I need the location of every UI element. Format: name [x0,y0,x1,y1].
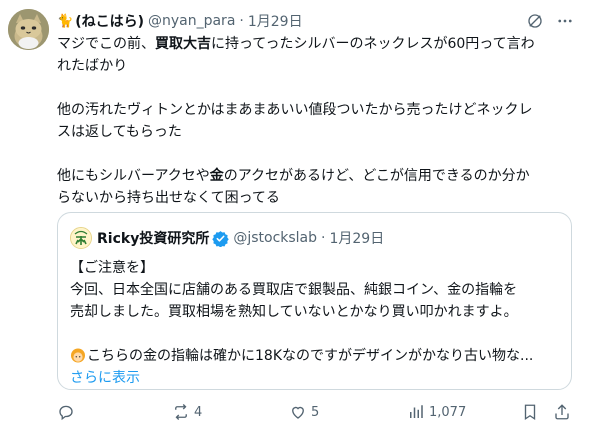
more-options-icon[interactable] [556,12,574,30]
quote-time[interactable]: 1月29日 [329,228,384,248]
grok-icon[interactable] [526,12,544,30]
share-button[interactable] [553,403,571,421]
bold-text: 買取大吉 [155,36,211,52]
bold-text: 金 [209,168,224,184]
text-segment: こちらの金の指輪は確かに18Kなのですがデザインがかなり古い物な... [87,348,534,364]
quote-avatar[interactable] [70,227,92,249]
repost-count: 4 [194,404,203,420]
tweet-line: れたばかり [57,58,128,74]
bookmark-button[interactable] [521,403,539,421]
quote-body: 【ご注意を】 今回、日本全国に店舗のある買取店で銀製品、純銀コイン、金の指輪を … [70,257,565,389]
verified-badge-icon [212,230,230,247]
bookmark-icon [524,404,536,421]
like-count: 5 [311,404,320,420]
quote-tweet-card[interactable]: Ricky投資研究所 @jstockslab · 1月29日 【ご注意を】 今回… [57,212,572,390]
author-display-name[interactable]: (ねこはら) [75,11,144,31]
tweet-line: 他にもシルバーアクセや金のアクセがあるけど、どこが信用できるのか分か [57,165,577,187]
quote-display-name[interactable]: Ricky投資研究所 [97,228,209,248]
text-segment: に持ってったシルバーのネックレスが60円って言わ [211,36,535,52]
quote-header: Ricky投資研究所 @jstockslab · 1月29日 [70,227,559,249]
cat-emoji-icon: 🐈 [57,13,74,29]
views-button[interactable]: 1,077 [407,403,466,421]
tweet-header: 🐈 (ねこはら) @nyan_para · 1月29日 [57,10,574,32]
tweet-body: マジでこの前、買取大吉に持ってったシルバーのネックレスが60円って言わ れたばか… [57,33,577,209]
like-button[interactable]: 5 [289,403,319,421]
text-segment: のアクセがあるけど、どこが信用できるのか分か [223,168,530,184]
cat-avatar-icon [8,9,49,50]
text-segment: マジでこの前、 [57,36,155,52]
quote-line: こちらの金の指輪は確かに18Kなのですがデザインがかなり古い物な... [70,345,565,367]
share-icon [555,404,569,420]
tweet-time[interactable]: 1月29日 [248,11,303,31]
girl-emoji-icon [70,347,86,363]
heart-icon [292,406,304,419]
kabu-logo-icon [71,228,91,248]
views-count: 1,077 [429,404,467,420]
tweet-line: マジでこの前、買取大吉に持ってったシルバーのネックレスが60円って言わ [57,33,577,55]
quote-line: 売却しました。買取相場を熟知していないとかなり買い叩かれますよ。 [70,304,518,320]
tweet-line: 他の汚れたヴィトンとかはまあまあいい値段ついたから売ったけどネックレ [57,102,533,118]
repost-icon [175,404,187,420]
separator-dot: · [321,230,326,246]
reply-button[interactable] [57,403,79,421]
views-chart-icon [410,405,423,418]
repost-button[interactable]: 4 [172,403,202,421]
separator-dot: · [239,13,244,29]
action-bar: 4 5 1,077 [57,400,577,424]
tweet-line: スは返してもらった [57,124,182,140]
reply-icon [59,405,73,421]
quote-handle[interactable]: @jstockslab [233,230,317,246]
author-avatar[interactable] [8,9,49,50]
text-segment: 他にもシルバーアクセや [57,168,210,184]
quote-line: 今回、日本全国に店舗のある買取店で銀製品、純銀コイン、金の指輪を [70,282,518,298]
tweet-line: らないから持ち出せなくて困ってる [57,190,280,206]
show-more-link[interactable]: さらに表示 [70,367,565,389]
author-handle[interactable]: @nyan_para [148,13,235,29]
quote-line: 【ご注意を】 [70,260,154,276]
